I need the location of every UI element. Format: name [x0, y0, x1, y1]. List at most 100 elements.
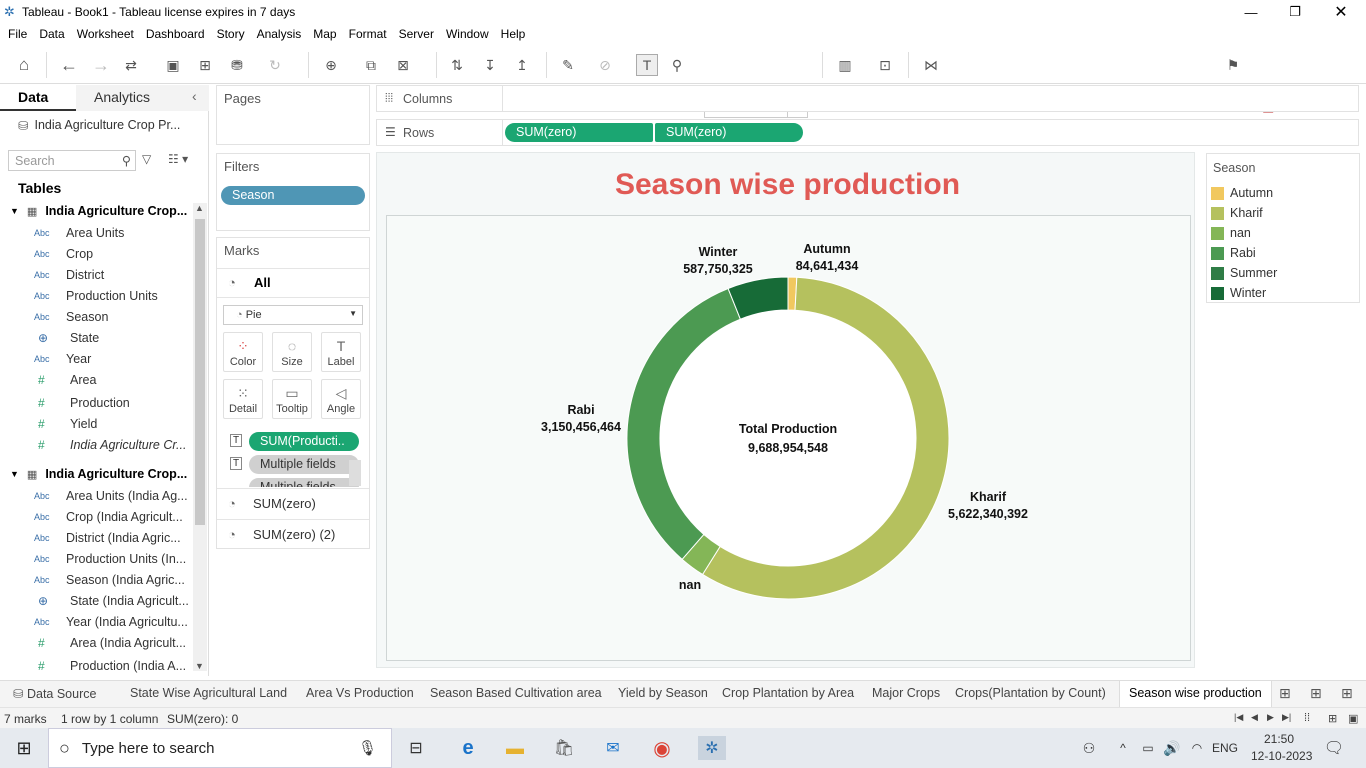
presentation-icon[interactable]: ⊡: [874, 54, 896, 76]
field-item[interactable]: ⊕ State (India Agricult...: [0, 590, 190, 611]
new-worksheet-icon[interactable]: ⊕: [320, 54, 342, 76]
menu-worksheet[interactable]: Worksheet: [77, 27, 134, 41]
field-item[interactable]: # Area (India Agricult...: [0, 632, 190, 653]
tab-sheet[interactable]: State Wise Agricultural Land: [121, 681, 296, 707]
save-icon[interactable]: ▣: [162, 54, 184, 76]
fix-axes-icon[interactable]: ▥: [834, 54, 856, 76]
menu-data[interactable]: Data: [39, 27, 64, 41]
swap-icon[interactable]: ⇄: [120, 54, 142, 76]
scrollbar[interactable]: [349, 460, 361, 486]
marks-pill-multiple-2[interactable]: Multiple fields: [249, 478, 359, 487]
menu-story[interactable]: Story: [217, 27, 245, 41]
duplicate-icon[interactable]: ⧉: [360, 54, 382, 76]
field-item[interactable]: Abc Crop: [0, 243, 190, 264]
label-button[interactable]: T Label: [321, 332, 361, 372]
legend-item[interactable]: Kharif: [1211, 204, 1263, 222]
field-item[interactable]: Abc Area Units: [0, 222, 190, 243]
filter-icon[interactable]: ▽: [142, 152, 151, 166]
rows-pill-sum-zero-2[interactable]: SUM(zero): [655, 123, 803, 142]
show-labels-icon[interactable]: T: [636, 54, 658, 76]
pause-updates-icon[interactable]: ⛃: [226, 54, 248, 76]
battery-icon[interactable]: ▭: [1136, 736, 1160, 760]
menu-analysis[interactable]: Analysis: [257, 27, 302, 41]
field-item[interactable]: # Production: [0, 392, 190, 413]
new-story-icon[interactable]: ⊞: [1341, 685, 1353, 702]
scrollbar[interactable]: ▲ ▼: [193, 203, 207, 671]
marks-section-sum-zero-2[interactable]: ◔ SUM(zero) (2): [217, 519, 369, 550]
tab-analytics[interactable]: Analytics: [76, 85, 209, 111]
columns-shelf[interactable]: ⦙⦙⦙ Columns: [376, 85, 1359, 112]
marks-pill-multiple[interactable]: Multiple fields: [249, 455, 359, 474]
tab-sheet[interactable]: Crops(Plantation by Count): [946, 681, 1115, 707]
redo-icon[interactable]: →: [90, 54, 112, 76]
field-item[interactable]: Abc Production Units: [0, 285, 190, 306]
legend-item[interactable]: Rabi: [1211, 244, 1256, 262]
field-item[interactable]: # India Agriculture Cr...: [0, 434, 190, 455]
rows-pill-sum-zero[interactable]: SUM(zero): [505, 123, 653, 142]
home-icon[interactable]: ⌂: [13, 54, 35, 76]
prev-sheet-icon[interactable]: ◀: [1251, 712, 1258, 723]
view-options-icon[interactable]: ☷ ▾: [168, 152, 188, 166]
pages-shelf[interactable]: Pages: [216, 85, 370, 145]
legend-item[interactable]: Winter: [1211, 284, 1266, 302]
table-header[interactable]: ▼ ▦ India Agriculture Crop...: [10, 464, 187, 484]
language-indicator[interactable]: ENG: [1212, 741, 1238, 755]
edge-icon[interactable]: e: [456, 736, 480, 760]
table-header[interactable]: ▼ ▦ India Agriculture Crop...: [10, 201, 187, 221]
tableau-taskbar-icon[interactable]: ✲: [698, 736, 726, 760]
field-item[interactable]: Abc Year (India Agricultu...: [0, 611, 190, 632]
field-item[interactable]: Abc Season (India Agric...: [0, 569, 190, 590]
tab-data[interactable]: Data: [0, 85, 76, 111]
menu-help[interactable]: Help: [501, 27, 526, 41]
marks-all-row[interactable]: ◔ All: [217, 268, 369, 298]
field-item[interactable]: ⊕ State: [0, 327, 190, 348]
menu-window[interactable]: Window: [446, 27, 489, 41]
pin-icon[interactable]: ⚲: [666, 54, 688, 76]
last-sheet-icon[interactable]: ▶|: [1282, 712, 1291, 723]
size-button[interactable]: ◌ Size: [272, 332, 312, 372]
first-sheet-icon[interactable]: |◀: [1234, 712, 1243, 723]
sort-ascending-icon[interactable]: ↧: [479, 54, 501, 76]
menu-file[interactable]: File: [8, 27, 27, 41]
field-item[interactable]: Abc Year: [0, 348, 190, 369]
field-item[interactable]: Abc Area Units (India Ag...: [0, 485, 190, 506]
sheet-sorter-icon[interactable]: ▣: [1348, 712, 1358, 725]
field-item[interactable]: Abc District (India Agric...: [0, 527, 190, 548]
menu-format[interactable]: Format: [349, 27, 387, 41]
notification-icon[interactable]: 🗨: [1322, 736, 1346, 760]
restore-icon[interactable]: ❐: [1272, 0, 1318, 24]
clock-date[interactable]: 12-10-2023: [1251, 749, 1312, 763]
tabs-view-icon[interactable]: ⊞: [1328, 712, 1337, 725]
undo-icon[interactable]: ←: [58, 54, 80, 76]
tab-sheet[interactable]: Major Crops: [863, 681, 949, 707]
search-input[interactable]: Search ⚲: [8, 150, 136, 171]
sort-descending-icon[interactable]: ↥: [511, 54, 533, 76]
color-button[interactable]: ⁘ Color: [223, 332, 263, 372]
new-dashboard-icon[interactable]: ⊞: [1310, 685, 1322, 702]
clock-time[interactable]: 21:50: [1264, 732, 1294, 746]
menu-map[interactable]: Map: [313, 27, 336, 41]
field-item[interactable]: # Yield: [0, 413, 190, 434]
field-item[interactable]: # Area: [0, 369, 190, 390]
filmstrip-icon[interactable]: ⁞⁞: [1304, 712, 1310, 724]
menu-dashboard[interactable]: Dashboard: [146, 27, 205, 41]
store-icon[interactable]: 🛍: [552, 736, 576, 760]
field-item[interactable]: Abc Season: [0, 306, 190, 327]
volume-icon[interactable]: 🔊: [1160, 736, 1184, 760]
donut-chart[interactable]: [386, 216, 1191, 661]
format-painter-icon[interactable]: ⚑: [1222, 54, 1244, 76]
field-item[interactable]: Abc Crop (India Agricult...: [0, 506, 190, 527]
legend-item[interactable]: nan: [1211, 224, 1251, 242]
taskbar-search[interactable]: ○ Type here to search 🎙: [48, 728, 392, 768]
wifi-icon[interactable]: ◠: [1185, 736, 1209, 760]
detail-button[interactable]: ⁙ Detail: [223, 379, 263, 419]
new-worksheet-icon[interactable]: ⊞: [1279, 685, 1291, 702]
highlight-icon[interactable]: ✎: [557, 54, 579, 76]
tab-sheet[interactable]: Crop Plantation by Area: [713, 681, 863, 707]
windows-start-icon[interactable]: ⊞: [12, 736, 36, 760]
tooltip-button[interactable]: ▭ Tooltip: [272, 379, 312, 419]
swap-rows-columns-icon[interactable]: ⇅: [446, 54, 468, 76]
filters-shelf[interactable]: Filters Season: [216, 153, 370, 231]
marks-pill-production[interactable]: SUM(Producti..: [249, 432, 359, 451]
field-item[interactable]: Abc District: [0, 264, 190, 285]
